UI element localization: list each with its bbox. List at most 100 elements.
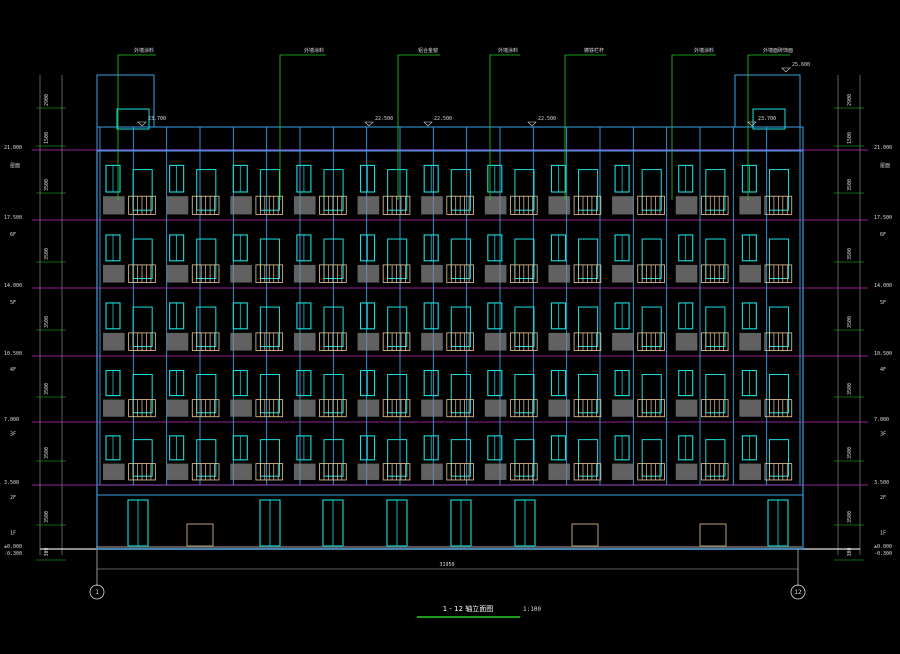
spandrel-panel xyxy=(103,332,125,351)
ground-floor-band xyxy=(96,484,804,496)
level-label-right: -0.300 xyxy=(874,551,892,557)
spandrel-panel xyxy=(548,264,571,283)
spandrel-panel xyxy=(230,463,252,480)
drawing-title: 1 - 12 轴立面图 xyxy=(443,604,494,613)
balcony-door xyxy=(387,373,408,414)
spandrel-panel xyxy=(230,196,252,215)
balcony-door xyxy=(514,373,535,414)
level-label-right: 10.500 xyxy=(874,351,892,357)
level-label-left: 14.000 xyxy=(4,283,22,289)
spandrel-panel xyxy=(293,332,316,351)
balcony-door xyxy=(514,238,535,279)
dimension-text-left: 300 xyxy=(44,547,50,556)
top-elevation-label: 23.700 xyxy=(148,116,166,122)
spandrel-panel xyxy=(357,463,380,480)
level-label-left: 3.500 xyxy=(4,480,19,486)
balcony-door xyxy=(641,238,662,279)
elevation-drawing: 1 12 31950 1 - 12 轴立面图 1:100 外墙涂料 外墙涂料 铝合金… xyxy=(4,47,892,618)
level-label-right: 17.500 xyxy=(874,215,892,221)
dimension-text-left: 3500 xyxy=(44,511,50,523)
balcony-door xyxy=(450,169,471,211)
floor-name-left: 2F xyxy=(10,495,16,501)
spandrel-panel xyxy=(421,196,443,215)
balcony-door xyxy=(514,169,535,211)
balcony-railing xyxy=(699,523,727,547)
spandrel-panel xyxy=(675,196,698,215)
balcony-door xyxy=(641,306,662,347)
spandrel-panel xyxy=(421,399,443,417)
dimension-text-left: 3500 xyxy=(44,179,50,191)
floor-name-right: 5F xyxy=(880,300,886,306)
floor-name-left: 3F xyxy=(10,432,16,438)
balcony-door xyxy=(768,373,790,414)
floor-name-left: 6F xyxy=(10,232,16,238)
spandrel-panel xyxy=(739,196,761,215)
floor-name-right: 4F xyxy=(880,367,886,373)
spandrel-panel xyxy=(293,399,316,417)
spandrel-panel xyxy=(166,196,189,215)
spandrel-panel xyxy=(230,332,252,351)
spandrel-panel xyxy=(357,332,380,351)
spandrel-panel xyxy=(103,264,125,283)
top-elevation-label: 22.500 xyxy=(434,116,452,122)
balcony-door xyxy=(641,169,662,211)
top-elevation-label: 22.500 xyxy=(538,116,556,122)
balcony-door xyxy=(132,169,153,211)
balcony-door xyxy=(514,306,535,347)
dimension-text-left: 1500 xyxy=(44,132,50,144)
spandrel-panel xyxy=(675,399,698,417)
generated-elements: 外墙涂料 外墙涂料 铝合金窗 外墙涂料 铸铁栏杆 外墙涂料 外墙面砖饰面 25.600 23.7… xyxy=(4,47,892,561)
drawing-scale: 1:100 xyxy=(523,606,541,613)
spandrel-panel xyxy=(739,264,761,283)
spandrel-panel xyxy=(548,463,571,480)
elevation-marker xyxy=(423,121,433,127)
balcony-door xyxy=(705,373,726,414)
floor-name-right: 3F xyxy=(880,432,886,438)
balcony-door xyxy=(705,306,726,347)
spandrel-panel xyxy=(484,399,507,417)
level-label-left: 10.500 xyxy=(4,351,22,357)
floor-name-left: 5F xyxy=(10,300,16,306)
level-label-left: 7.000 xyxy=(4,417,19,423)
dimension-text-left: 3500 xyxy=(44,447,50,459)
spandrel-panel xyxy=(612,196,634,215)
balcony-door xyxy=(387,306,408,347)
spandrel-panel xyxy=(612,399,634,417)
spandrel-panel xyxy=(421,264,443,283)
balcony-door xyxy=(641,373,662,414)
balcony-railing xyxy=(571,523,599,547)
balcony-door xyxy=(578,169,599,211)
callout-label: 外墙涂料 xyxy=(694,47,714,54)
level-label-left: 17.500 xyxy=(4,215,22,221)
spandrel-panel xyxy=(230,399,252,417)
dimension-text-left: 3500 xyxy=(44,248,50,260)
floor-name-right: 1F xyxy=(880,531,886,537)
dimension-text-right: 3500 xyxy=(847,316,853,328)
level-label-right: 7.000 xyxy=(874,417,889,423)
level-label-left: ±0.000 xyxy=(4,544,22,550)
level-label-right: 3.500 xyxy=(874,480,889,486)
balcony-door xyxy=(705,439,726,477)
floor-name-right: 2F xyxy=(880,495,886,501)
callout-label: 外墙涂料 xyxy=(304,47,324,54)
spandrel-panel xyxy=(739,399,761,417)
spandrel-panel xyxy=(230,264,252,283)
stair-tower-left xyxy=(96,74,155,128)
callout-label: 外墙涂料 xyxy=(134,47,154,54)
spandrel-panel xyxy=(103,399,125,417)
callout-label: 外墙面砖饰面 xyxy=(763,47,793,54)
balcony-door xyxy=(768,238,790,279)
level-label-left: 21.000 xyxy=(4,145,22,151)
balcony-door xyxy=(578,373,599,414)
spandrel-panel xyxy=(612,463,634,480)
balcony-door xyxy=(705,169,726,211)
axis-label-12: 12 xyxy=(794,589,802,596)
balcony-door xyxy=(132,238,153,279)
spandrel-panel xyxy=(293,196,316,215)
callout-label: 铸铁栏杆 xyxy=(584,47,604,54)
callout-label: 铝合金窗 xyxy=(418,47,438,54)
balcony-door xyxy=(514,439,535,477)
building-elevation: 1 12 31950 1 - 12 轴立面图 1:100 xyxy=(39,74,861,618)
spandrel-panel xyxy=(421,463,443,480)
spandrel-panel xyxy=(739,463,761,480)
